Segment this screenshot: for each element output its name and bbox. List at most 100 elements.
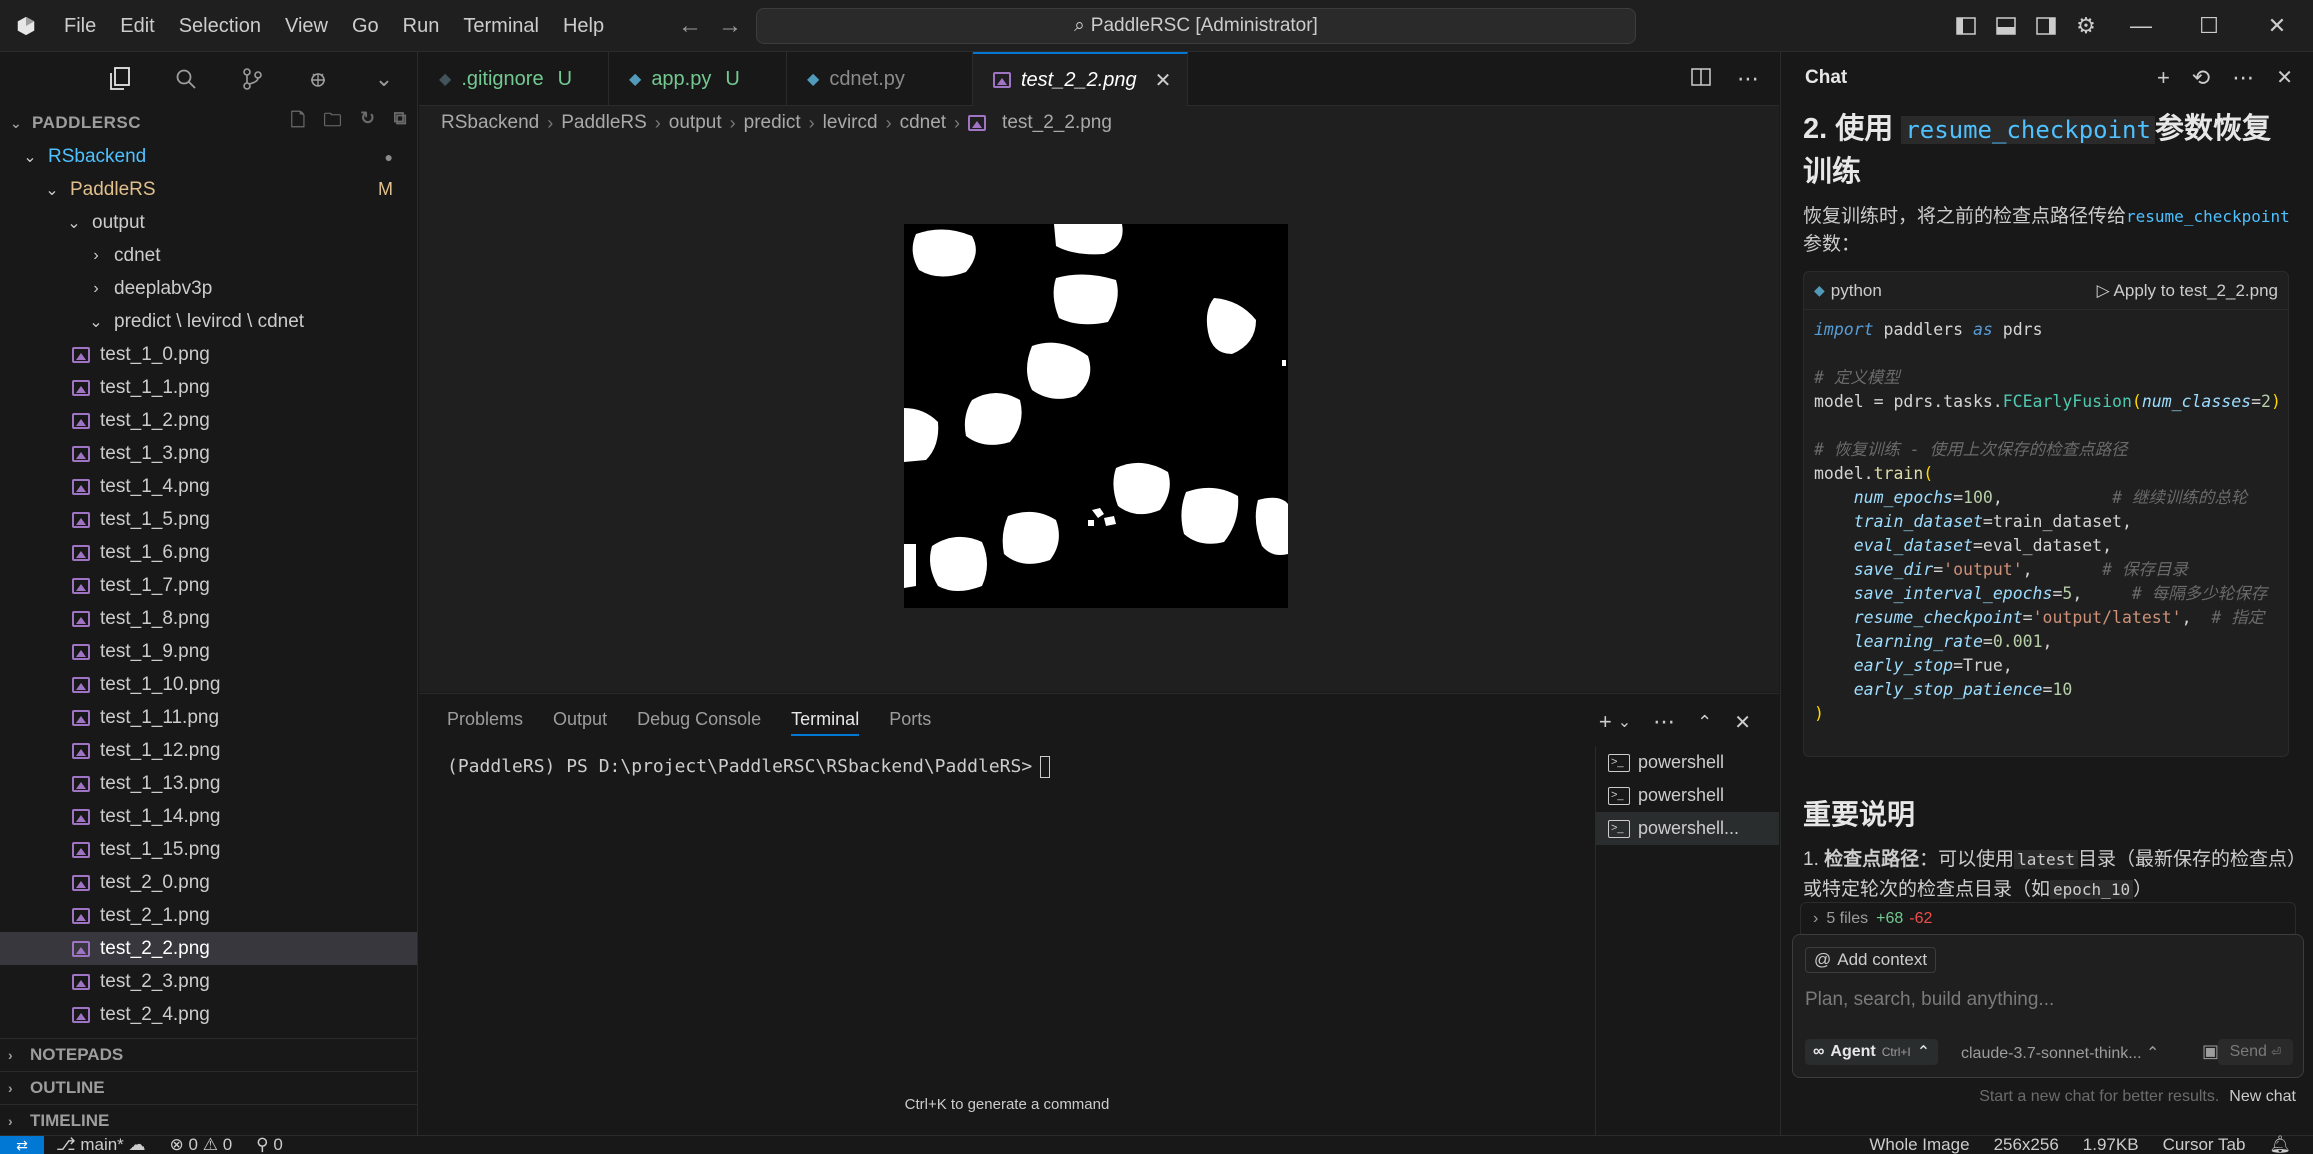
apply-button[interactable]: ▷ Apply to test_2_2.png — [2097, 281, 2278, 301]
refresh-icon[interactable]: ↻ — [360, 108, 376, 138]
more-actions-icon[interactable]: ⋯ — [2232, 65, 2254, 91]
problems-indicator[interactable]: ⊗ 0 ⚠ 0 — [158, 1135, 245, 1154]
remote-indicator-icon[interactable]: ⇄ — [0, 1135, 44, 1154]
tree-file[interactable]: test_1_12.png — [0, 734, 417, 767]
forward-arrow-icon[interactable]: → — [710, 12, 750, 40]
more-actions-icon[interactable]: ⋯ — [1653, 709, 1675, 735]
status-zoom-mode[interactable]: Whole Image — [1857, 1135, 1981, 1154]
editor-tab[interactable]: test_2_2.png ✕ — [973, 52, 1189, 106]
tree-file[interactable]: test_2_0.png — [0, 866, 417, 899]
menu-view[interactable]: View — [273, 0, 340, 52]
menu-terminal[interactable]: Terminal — [451, 0, 551, 52]
section-notepads[interactable]: › NOTEPADS — [0, 1038, 418, 1071]
panel-tab-output[interactable]: Output — [553, 709, 607, 736]
collapse-all-icon[interactable]: ⧉ — [394, 108, 407, 138]
send-button[interactable]: Send ⏎ — [2217, 1039, 2293, 1065]
status-cursor-tab[interactable]: Cursor Tab — [2151, 1135, 2258, 1154]
panel-tab-problems[interactable]: Problems — [447, 709, 523, 736]
breadcrumb-item[interactable]: output — [669, 112, 722, 134]
tree-folder[interactable]: › deeplabv3p — [0, 272, 417, 305]
tree-file[interactable]: test_1_0.png — [0, 338, 417, 371]
close-chat-icon[interactable]: ✕ — [2276, 65, 2293, 91]
tree-file[interactable]: test_1_4.png — [0, 470, 417, 503]
new-chat-link[interactable]: New chat — [2229, 1088, 2296, 1105]
close-tab-icon[interactable]: ✕ — [1155, 68, 1172, 93]
split-editor-icon[interactable] — [1691, 66, 1711, 92]
chat-history-icon[interactable]: ⟲ — [2192, 65, 2210, 91]
menu-selection[interactable]: Selection — [167, 0, 273, 52]
more-views-chevron-icon[interactable]: ⌄ — [364, 59, 404, 99]
breadcrumb-item[interactable]: PaddleRS — [561, 112, 647, 134]
tree-file[interactable]: test_1_7.png — [0, 569, 417, 602]
run-debug-icon[interactable] — [298, 59, 338, 99]
tree-file[interactable]: test_2_4.png — [0, 998, 417, 1031]
notifications-bell-icon[interactable]: 🔔︎ — [2257, 1135, 2303, 1154]
editor-tab[interactable]: ◆ .gitignore U — [419, 52, 609, 106]
editor-tab[interactable]: ◆ app.py U — [609, 52, 787, 106]
minimize-icon[interactable]: — — [2107, 0, 2175, 52]
toggle-primary-sidebar-icon[interactable] — [1948, 0, 1984, 52]
new-terminal-icon[interactable]: + — [1599, 709, 1612, 735]
image-attach-icon[interactable]: ▣ — [2202, 1041, 2219, 1062]
breadcrumb-item[interactable]: levircd — [823, 112, 878, 134]
tree-file[interactable]: test_1_10.png — [0, 668, 417, 701]
close-window-icon[interactable]: ✕ — [2243, 0, 2311, 52]
breadcrumb-item[interactable]: predict — [744, 112, 801, 134]
toggle-panel-icon[interactable] — [1988, 0, 2024, 52]
panel-tab-ports[interactable]: Ports — [889, 709, 931, 736]
menu-file[interactable]: File — [52, 0, 108, 52]
menu-help[interactable]: Help — [551, 0, 616, 52]
menu-edit[interactable]: Edit — [108, 0, 166, 52]
tree-file[interactable]: test_1_1.png — [0, 371, 417, 404]
panel-tab-debug-console[interactable]: Debug Console — [637, 709, 761, 736]
new-file-icon[interactable]: 🗋 — [291, 108, 306, 138]
tree-file[interactable]: test_2_2.png — [0, 932, 417, 965]
new-folder-icon[interactable]: 🗀 — [324, 108, 343, 138]
ports-indicator[interactable]: ⚲ 0 — [244, 1135, 295, 1154]
menu-run[interactable]: Run — [391, 0, 452, 52]
tree-file[interactable]: test_1_5.png — [0, 503, 417, 536]
close-panel-icon[interactable]: ✕ — [1734, 710, 1751, 735]
tree-file[interactable]: test_1_9.png — [0, 635, 417, 668]
tree-file[interactable]: test_1_15.png — [0, 833, 417, 866]
tree-file[interactable]: test_1_11.png — [0, 701, 417, 734]
tree-file[interactable]: test_1_6.png — [0, 536, 417, 569]
tree-folder[interactable]: ⌄ output — [0, 206, 417, 239]
section-outline[interactable]: › OUTLINE — [0, 1071, 418, 1104]
files-changed-summary[interactable]: › 5 files +68 -62 — [1800, 902, 2296, 934]
tree-file[interactable]: test_2_1.png — [0, 899, 417, 932]
panel-tab-terminal[interactable]: Terminal — [791, 709, 860, 736]
tree-file[interactable]: test_1_14.png — [0, 800, 417, 833]
tree-file[interactable]: test_1_2.png — [0, 404, 417, 437]
tree-folder[interactable]: ⌄ PaddleRS M — [0, 173, 417, 206]
add-context-button[interactable]: @ Add context — [1805, 947, 1937, 973]
tree-file[interactable]: test_2_3.png — [0, 965, 417, 998]
explorer-files-icon[interactable] — [100, 59, 140, 99]
source-control-icon[interactable] — [232, 59, 272, 99]
terminal-instance[interactable]: >_ powershell... — [1596, 812, 1779, 845]
tree-file[interactable]: test_1_3.png — [0, 437, 417, 470]
explorer-root-header[interactable]: ⌄ PADDLERSC 🗋 🗀 ↻ ⧉ — [0, 106, 417, 140]
model-selector[interactable]: claude-3.7-sonnet-think... ⌃ — [1961, 1043, 2159, 1063]
agent-mode-selector[interactable]: ∞ Agent Ctrl+I ⌃ — [1805, 1039, 1939, 1065]
tree-folder[interactable]: ⌄ RSbackend ● — [0, 140, 417, 173]
tree-folder[interactable]: › cdnet — [0, 239, 417, 272]
settings-gear-icon[interactable]: ⚙ — [2068, 0, 2104, 52]
toggle-secondary-sidebar-icon[interactable] — [2028, 0, 2064, 52]
tree-file[interactable]: test_1_8.png — [0, 602, 417, 635]
editor-tab[interactable]: ◆ cdnet.py — [787, 52, 973, 106]
command-center-search[interactable]: ⌕ PaddleRSC [Administrator] — [756, 8, 1636, 44]
tree-folder[interactable]: ⌄ predict \ levircd \ cdnet — [0, 305, 417, 338]
terminal-instance[interactable]: >_ powershell — [1596, 779, 1779, 812]
search-icon[interactable] — [166, 59, 206, 99]
breadcrumb-item[interactable]: RSbackend — [441, 112, 539, 134]
tree-file[interactable]: test_1_13.png — [0, 767, 417, 800]
breadcrumb-item[interactable]: test_2_2.png — [1002, 112, 1112, 134]
git-branch[interactable]: ⎇ main* ☁ — [44, 1135, 158, 1154]
menu-go[interactable]: Go — [340, 0, 391, 52]
maximize-icon[interactable]: ☐ — [2175, 0, 2243, 52]
back-arrow-icon[interactable]: ← — [670, 12, 710, 40]
terminal-output[interactable]: (PaddleRS) PS D:\project\PaddleRSC\RSbac… — [447, 756, 1051, 778]
more-actions-icon[interactable]: ⋯ — [1737, 66, 1759, 92]
terminal-dropdown-chevron-icon[interactable]: ⌄ — [1618, 712, 1631, 732]
